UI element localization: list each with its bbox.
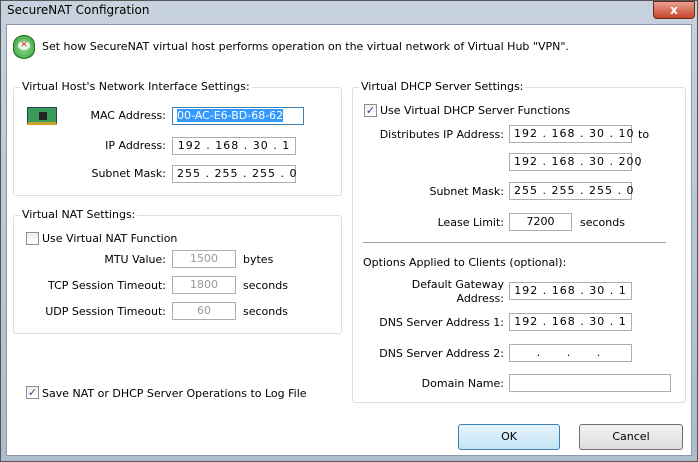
dhcp-subnet-input[interactable]: 255 . 255 . 255 . 0 (509, 182, 633, 200)
use-nat-checkbox[interactable] (26, 232, 39, 245)
dhcp-start-input[interactable]: 192 . 168 . 30 . 10 (509, 125, 633, 143)
options-title: Options Applied to Clients (optional): (363, 256, 567, 269)
mtu-unit: bytes (243, 253, 274, 266)
ok-button[interactable]: OK (458, 424, 560, 450)
lease-label: Lease Limit: (437, 216, 504, 229)
udp-timeout-input[interactable]: 60 (172, 302, 236, 320)
dns2-label: DNS Server Address 2: (379, 347, 504, 360)
udp-timeout-unit: seconds (243, 305, 288, 318)
window-title: SecureNAT Configration (7, 3, 150, 17)
subnet-label: Subnet Mask: (91, 167, 166, 180)
tcp-timeout-label: TCP Session Timeout: (48, 279, 166, 292)
use-dhcp-checkbox[interactable]: ✓ (364, 104, 377, 117)
dns2-input[interactable]: . . . (509, 344, 632, 362)
mtu-input[interactable]: 1500 (172, 250, 236, 268)
separator (363, 242, 666, 243)
mtu-label: MTU Value: (104, 253, 166, 266)
dhcp-end-input[interactable]: 192 . 168 . 30 . 200 (509, 153, 641, 171)
gateway-label-2: Address: (456, 292, 504, 305)
dns1-input[interactable]: 192 . 168 . 30 . 1 (509, 313, 632, 331)
ip-address-input[interactable]: 192 . 168 . 30 . 1 (172, 137, 296, 155)
mac-address-input[interactable]: 00-AC-E6-BD-68-62 (172, 107, 304, 125)
dhcp-group-title: Virtual DHCP Server Settings: (359, 80, 526, 93)
nat-group-title: Virtual NAT Settings: (20, 208, 138, 221)
mac-label: MAC Address: (90, 109, 166, 122)
lease-input[interactable]: 7200 (509, 213, 572, 231)
save-log-label: Save NAT or DHCP Server Operations to Lo… (42, 387, 307, 400)
dns1-label: DNS Server Address 1: (379, 316, 504, 329)
close-button[interactable]: x (653, 1, 695, 19)
save-log-checkbox[interactable]: ✓ (26, 386, 39, 399)
header-description: Set how SecureNAT virtual host performs … (42, 40, 569, 53)
use-dhcp-label: Use Virtual DHCP Server Functions (380, 104, 571, 117)
gateway-label-1: Default Gateway (411, 278, 504, 291)
network-card-icon (27, 107, 57, 125)
tcp-timeout-unit: seconds (243, 279, 288, 292)
use-nat-label: Use Virtual NAT Function (42, 232, 178, 245)
cancel-button[interactable]: Cancel (579, 424, 683, 450)
end-dot: . (637, 156, 641, 169)
tcp-timeout-input[interactable]: 1800 (172, 276, 236, 294)
host-group-title: Virtual Host's Network Interface Setting… (20, 80, 252, 93)
to-label: to (638, 128, 650, 141)
dhcp-subnet-label: Subnet Mask: (429, 185, 504, 198)
mac-address-value: 00-AC-E6-BD-68-62 (177, 109, 284, 122)
lease-unit: seconds (580, 216, 625, 229)
domain-label: Domain Name: (421, 377, 504, 390)
domain-input[interactable] (509, 374, 671, 392)
ip-label: IP Address: (105, 139, 166, 152)
distributes-label: Distributes IP Address: (379, 128, 504, 141)
router-icon: ✕ (13, 35, 35, 59)
gateway-input[interactable]: 192 . 168 . 30 . 1 (509, 282, 632, 300)
subnet-mask-input[interactable]: 255 . 255 . 255 . 0 (172, 165, 296, 183)
udp-timeout-label: UDP Session Timeout: (45, 305, 166, 318)
